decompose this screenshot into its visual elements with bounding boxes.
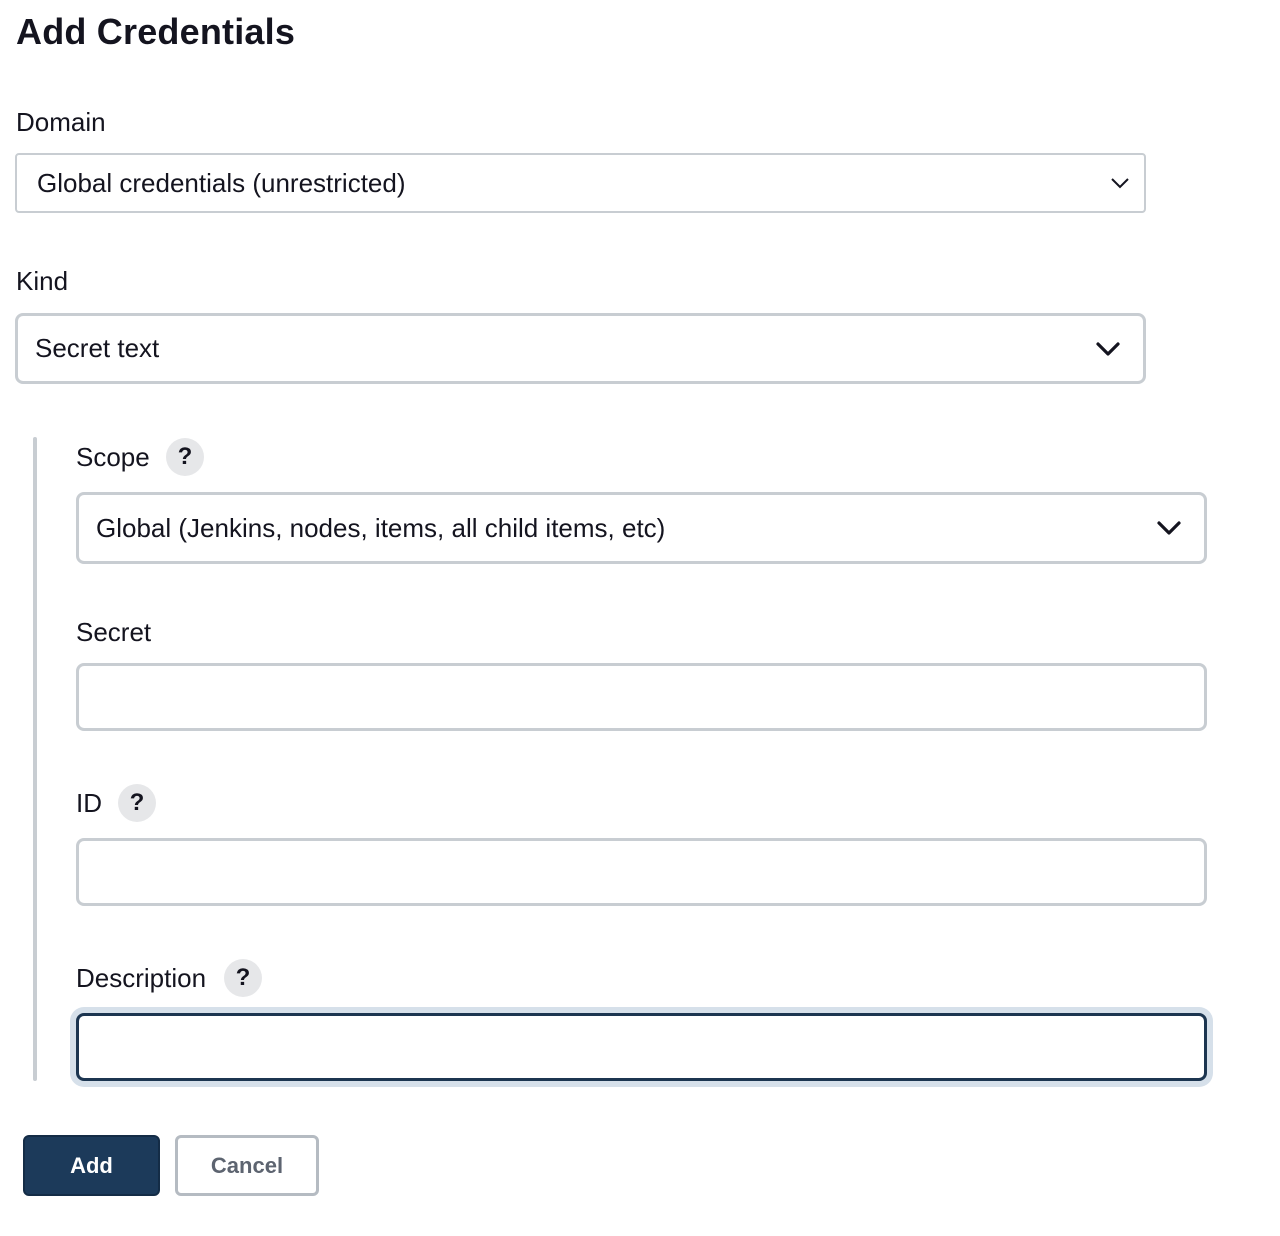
- description-label: Description: [76, 963, 207, 993]
- add-button[interactable]: Add: [23, 1135, 160, 1196]
- chevron-down-icon: [1110, 177, 1130, 189]
- add-credentials-page: Add Credentials Domain Global credential…: [0, 0, 1280, 1236]
- domain-select-value: Global credentials (unrestricted): [37, 167, 406, 198]
- cancel-button[interactable]: Cancel: [175, 1135, 319, 1196]
- description-help-icon[interactable]: ?: [224, 959, 262, 997]
- secret-label: Secret: [76, 617, 152, 647]
- scope-help-icon[interactable]: ?: [166, 438, 204, 476]
- nested-section-divider: [33, 437, 37, 1081]
- domain-select[interactable]: Global credentials (unrestricted): [15, 153, 1146, 213]
- secret-input[interactable]: [79, 666, 1204, 728]
- kind-select-value: Secret text: [35, 333, 160, 363]
- kind-select[interactable]: Secret text: [15, 313, 1146, 384]
- id-field-wrapper: [76, 838, 1207, 906]
- scope-select-value: Global (Jenkins, nodes, items, all child…: [96, 512, 666, 543]
- secret-field-wrapper: [76, 663, 1207, 731]
- chevron-down-icon: [1095, 341, 1121, 357]
- description-field-wrapper: [76, 1013, 1207, 1081]
- chevron-down-icon: [1156, 520, 1182, 536]
- kind-label: Kind: [16, 266, 69, 296]
- domain-label: Domain: [16, 107, 106, 137]
- id-input[interactable]: [79, 841, 1204, 903]
- scope-select[interactable]: Global (Jenkins, nodes, items, all child…: [76, 492, 1207, 564]
- id-help-icon[interactable]: ?: [118, 784, 156, 822]
- page-title: Add Credentials: [16, 11, 296, 52]
- scope-label: Scope: [76, 442, 150, 472]
- description-input[interactable]: [79, 1016, 1204, 1078]
- id-label: ID: [76, 788, 102, 818]
